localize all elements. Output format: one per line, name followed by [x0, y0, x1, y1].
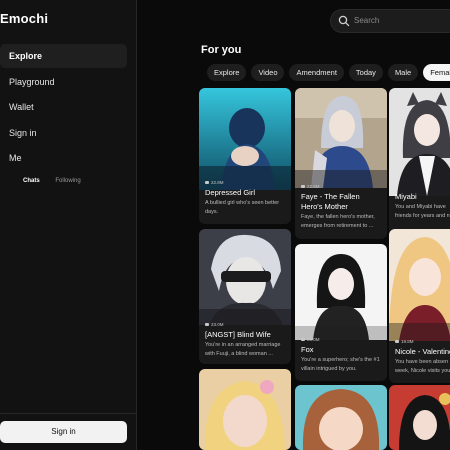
- character-card-nicole[interactable]: 19.8M Nicole - Valentine You have been a…: [389, 229, 450, 383]
- sidebar-divider: [0, 413, 136, 414]
- search-icon: [338, 15, 350, 27]
- filter-male[interactable]: Male: [387, 64, 419, 81]
- search-bar[interactable]: Search: [330, 9, 450, 33]
- chat-count-icon: [301, 185, 305, 188]
- card-title: Depressed Girl: [205, 188, 256, 197]
- filter-explore[interactable]: Explore: [207, 64, 247, 81]
- tab-chats[interactable]: Chats: [23, 178, 40, 184]
- chat-count-icon: [395, 340, 399, 343]
- chat-count-icon: [205, 323, 209, 326]
- character-card[interactable]: [295, 385, 387, 450]
- card-title: [ANGST] Blind Wife: [205, 330, 271, 339]
- card-title: Nicole - Valentine: [395, 347, 450, 356]
- me-subtabs: Chats Following: [23, 178, 95, 184]
- filter-female[interactable]: Female: [423, 64, 450, 81]
- sidebar-item-explore[interactable]: Explore: [0, 44, 127, 68]
- chat-count: 19.8M: [401, 339, 414, 344]
- filter-chips: ExploreVideoAmendmentTodayMaleFemale: [207, 62, 450, 81]
- card-description: Faye, the fallen hero's mother, emerges …: [301, 214, 375, 229]
- card-description: You have been absen week, Nicole visits …: [395, 359, 450, 374]
- character-card-miyabi[interactable]: Miyabi You and Miyabi have friends for y…: [389, 88, 450, 236]
- card-description: A bullied girl who's seen better days.: [205, 200, 280, 215]
- card-description: You're a superhero; she's the #1 villain…: [301, 357, 380, 372]
- sign-in-button[interactable]: Sign in: [0, 421, 127, 443]
- character-image: [199, 88, 291, 190]
- sidebar-item-wallet[interactable]: Wallet: [0, 95, 127, 119]
- sidebar-item-me[interactable]: Me: [0, 146, 127, 170]
- chat-count: 23.0M: [211, 322, 224, 327]
- character-image: [199, 369, 291, 450]
- character-image: [389, 229, 450, 341]
- character-image: [295, 385, 387, 450]
- character-image: [199, 229, 291, 325]
- chat-count: 22.8M: [211, 180, 224, 185]
- card-title: Fox: [301, 345, 314, 354]
- card-description: You and Miyabi have friends for years an…: [395, 204, 450, 219]
- character-card-blind-wife[interactable]: 23.0M [ANGST] Blind Wife You're in an ar…: [199, 229, 291, 364]
- app-logo[interactable]: Emochi: [0, 11, 48, 26]
- character-card[interactable]: [199, 369, 291, 450]
- chat-count: 22.5M: [307, 184, 320, 189]
- sidebar-item-sign-in[interactable]: Sign in: [0, 121, 127, 145]
- character-image: [389, 88, 450, 196]
- chat-count-icon: [301, 338, 305, 341]
- tab-following[interactable]: Following: [55, 178, 80, 184]
- character-image: [295, 88, 387, 188]
- search-placeholder: Search: [354, 16, 380, 25]
- sidebar-item-playground[interactable]: Playground: [0, 70, 127, 94]
- character-card-fox[interactable]: 23.0M Fox You're a superhero; she's the …: [295, 244, 387, 381]
- page-title: For you: [201, 44, 242, 56]
- character-card-faye[interactable]: 22.5M Faye - The Fallen Hero's Mother Fa…: [295, 88, 387, 239]
- card-description: You're in an arranged marriage with Fuuj…: [205, 342, 281, 357]
- character-image: [389, 385, 450, 450]
- character-card-depressed-girl[interactable]: 22.8M Depressed Girl A bullied girl who'…: [199, 88, 291, 224]
- filter-amendment[interactable]: Amendment: [289, 64, 344, 81]
- chat-count-icon: [205, 181, 209, 184]
- character-card[interactable]: [389, 385, 450, 450]
- card-title: Faye - The Fallen Hero's Mother: [301, 192, 360, 211]
- card-title: Miyabi: [395, 192, 417, 201]
- character-image: [295, 244, 387, 340]
- filter-today[interactable]: Today: [348, 64, 383, 81]
- sidebar: Emochi Explore Playground Wallet Sign in…: [0, 0, 137, 450]
- chat-count: 23.0M: [307, 337, 320, 342]
- filter-video[interactable]: Video: [251, 64, 285, 81]
